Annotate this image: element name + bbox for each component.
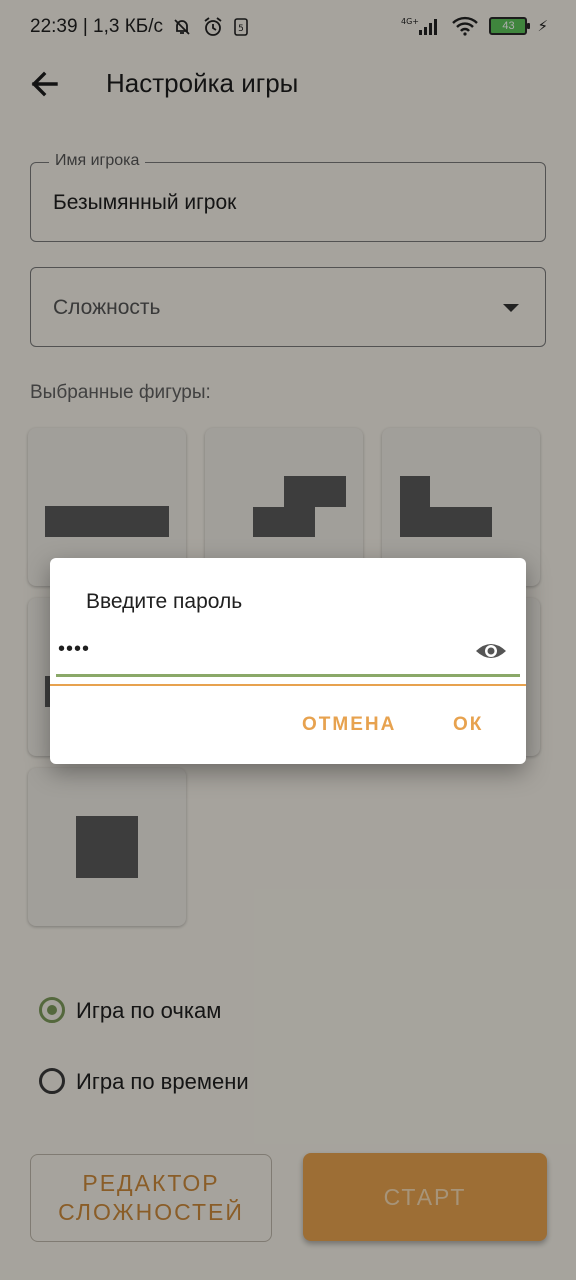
- input-underline: [56, 674, 520, 677]
- ok-button[interactable]: ОК: [453, 714, 483, 736]
- dialog-title: Введите пароль: [86, 590, 243, 613]
- cancel-button[interactable]: ОТМЕНА: [302, 714, 396, 736]
- input-focus-line: [50, 684, 526, 686]
- password-dialog: Введите пароль •••• ОТМЕНА ОК: [50, 558, 526, 764]
- visibility-icon[interactable]: [474, 638, 508, 664]
- password-input[interactable]: ••••: [58, 638, 90, 661]
